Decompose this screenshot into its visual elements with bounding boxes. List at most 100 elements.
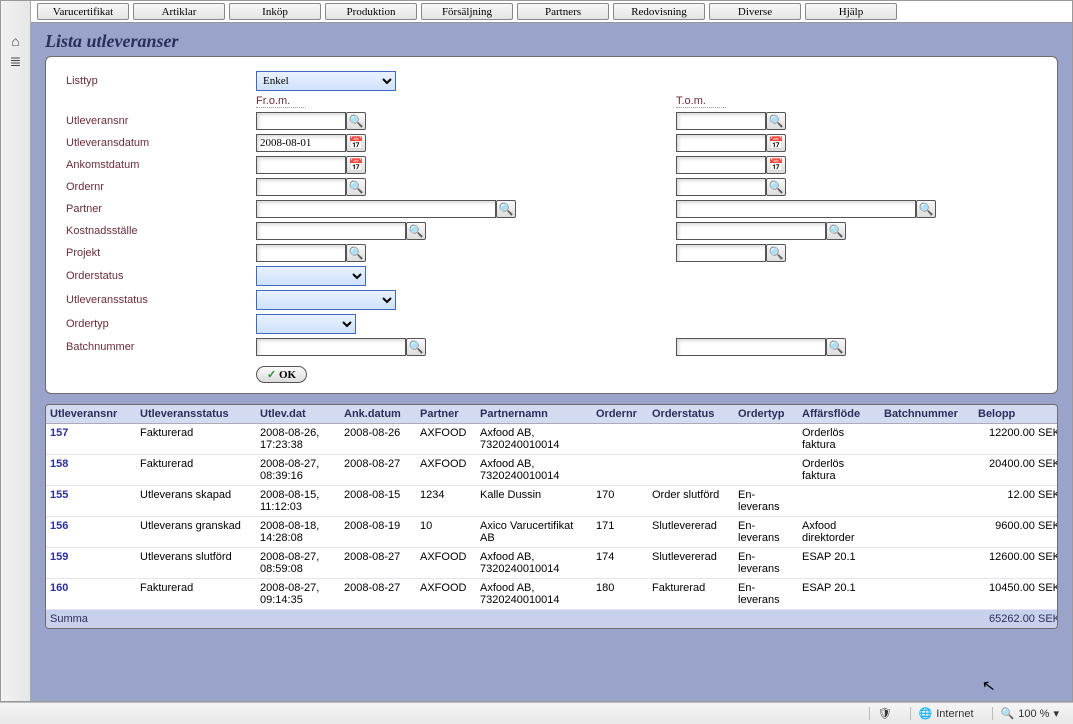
label-ankomstdatum: Ankomstdatum (66, 159, 256, 171)
label-batchnummer: Batchnummer (66, 341, 256, 353)
col-header[interactable]: Ordernr (592, 405, 648, 424)
ordernr-to-lookup-icon[interactable]: 🔍 (766, 178, 786, 196)
cell-partner: AXFOOD (416, 424, 476, 455)
ankomstdatum-from-input[interactable] (256, 156, 346, 174)
utleveransnr-from-lookup-icon[interactable]: 🔍 (346, 112, 366, 130)
projekt-from-lookup-icon[interactable]: 🔍 (346, 244, 366, 262)
cell-utlevdat: 2008-08-27, 08:59:08 (256, 548, 340, 579)
menu-redovisning[interactable]: Redovisning (613, 3, 705, 20)
cell-partner: AXFOOD (416, 548, 476, 579)
utleveransnr-link[interactable]: 159 (46, 548, 136, 579)
cell-flow: Orderlös faktura (798, 424, 880, 455)
cell-ankdat: 2008-08-27 (340, 548, 416, 579)
cell-partner: 10 (416, 517, 476, 548)
cell-orderstatus (648, 424, 734, 455)
zoom-icon[interactable]: 🔍 (1001, 707, 1015, 720)
col-header[interactable]: Belopp (974, 405, 1058, 424)
utleveransnr-link[interactable]: 155 (46, 486, 136, 517)
cell-orderstatus: Order slutförd (648, 486, 734, 517)
cell-orderstatus: Slutlevererad (648, 517, 734, 548)
col-header[interactable]: Utleveransnr (46, 405, 136, 424)
utleveransnr-link[interactable]: 160 (46, 579, 136, 610)
partner-to-lookup-icon[interactable]: 🔍 (916, 200, 936, 218)
ankomstdatum-to-calendar-icon[interactable]: 📅 (766, 156, 786, 174)
table-row: 158Fakturerad2008-08-27, 08:39:162008-08… (46, 455, 1058, 486)
cell-batch (880, 579, 974, 610)
batchnummer-to-input[interactable] (676, 338, 826, 356)
sum-total: 65262.00 SEK (974, 610, 1058, 629)
menu-varucertifikat[interactable]: Varucertifikat (37, 3, 129, 20)
utleveransnr-to-lookup-icon[interactable]: 🔍 (766, 112, 786, 130)
listtyp-select[interactable]: Enkel (256, 71, 396, 91)
col-header[interactable]: Ordertyp (734, 405, 798, 424)
utleveransnr-link[interactable]: 156 (46, 517, 136, 548)
cell-ordernr: 171 (592, 517, 648, 548)
kostnadsstalle-from-input[interactable] (256, 222, 406, 240)
zoom-dropdown-icon[interactable]: ▾ (1053, 707, 1059, 720)
cell-utlevdat: 2008-08-18, 14:28:08 (256, 517, 340, 548)
cell-utlevdat: 2008-08-27, 08:39:16 (256, 455, 340, 486)
ordernr-from-input[interactable] (256, 178, 346, 196)
col-header[interactable]: Orderstatus (648, 405, 734, 424)
cell-belopp: 20400.00 SEK (974, 455, 1058, 486)
projekt-to-input[interactable] (676, 244, 766, 262)
cell-partnernamn: Axfood AB, 7320240010014 (476, 579, 592, 610)
zoom-label: 100 % (1018, 708, 1049, 720)
ordernr-to-input[interactable] (676, 178, 766, 196)
cell-batch (880, 517, 974, 548)
utleveransnr-link[interactable]: 157 (46, 424, 136, 455)
utleveransdatum-from-calendar-icon[interactable]: 📅 (346, 134, 366, 152)
menu-produktion[interactable]: Produktion (325, 3, 417, 20)
home-icon[interactable]: ⌂ (1, 33, 30, 49)
cell-partner: AXFOOD (416, 579, 476, 610)
sum-label: Summa (46, 610, 974, 629)
utleveransnr-link[interactable]: 158 (46, 455, 136, 486)
col-header[interactable]: Ank.datum (340, 405, 416, 424)
col-header[interactable]: Partnernamn (476, 405, 592, 424)
col-header[interactable]: Partner (416, 405, 476, 424)
ordernr-from-lookup-icon[interactable]: 🔍 (346, 178, 366, 196)
partner-from-lookup-icon[interactable]: 🔍 (496, 200, 516, 218)
menu-partners[interactable]: Partners (517, 3, 609, 20)
col-header[interactable]: Batchnummer (880, 405, 974, 424)
col-header[interactable]: Utlev.dat (256, 405, 340, 424)
menu-inköp[interactable]: Inköp (229, 3, 321, 20)
partner-from-input[interactable] (256, 200, 496, 218)
menubar: VarucertifikatArtiklarInköpProduktionFör… (31, 1, 1072, 23)
menu-artiklar[interactable]: Artiklar (133, 3, 225, 20)
cell-batch (880, 486, 974, 517)
batchnummer-to-lookup-icon[interactable]: 🔍 (826, 338, 846, 356)
menu-diverse[interactable]: Diverse (709, 3, 801, 20)
kostnadsstalle-to-input[interactable] (676, 222, 826, 240)
cell-belopp: 12.00 SEK (974, 486, 1058, 517)
kostnadsstalle-from-lookup-icon[interactable]: 🔍 (406, 222, 426, 240)
batchnummer-from-input[interactable] (256, 338, 406, 356)
batchnummer-from-lookup-icon[interactable]: 🔍 (406, 338, 426, 356)
utleveransdatum-to-calendar-icon[interactable]: 📅 (766, 134, 786, 152)
menu-försäljning[interactable]: Försäljning (421, 3, 513, 20)
utleveransnr-from-input[interactable] (256, 112, 346, 130)
col-header[interactable]: Affärsflöde (798, 405, 880, 424)
ankomstdatum-to-input[interactable] (676, 156, 766, 174)
orderstatus-select[interactable] (256, 266, 366, 286)
cell-ankdat: 2008-08-27 (340, 455, 416, 486)
projekt-to-lookup-icon[interactable]: 🔍 (766, 244, 786, 262)
cell-ankdat: 2008-08-26 (340, 424, 416, 455)
cell-belopp: 9600.00 SEK (974, 517, 1058, 548)
ordertyp-select[interactable] (256, 314, 356, 334)
utleveransdatum-from-input[interactable] (256, 134, 346, 152)
kostnadsstalle-to-lookup-icon[interactable]: 🔍 (826, 222, 846, 240)
menu-hjälp[interactable]: Hjälp (805, 3, 897, 20)
statusbar: 🛡 🌐 Internet 🔍 100 % ▾ (0, 702, 1073, 724)
utleveransdatum-to-input[interactable] (676, 134, 766, 152)
utleveransstatus-select[interactable] (256, 290, 396, 310)
utleveransnr-to-input[interactable] (676, 112, 766, 130)
projekt-from-input[interactable] (256, 244, 346, 262)
cell-ankdat: 2008-08-15 (340, 486, 416, 517)
table-row: 156Utleverans granskad2008-08-18, 14:28:… (46, 517, 1058, 548)
partner-to-input[interactable] (676, 200, 916, 218)
col-header[interactable]: Utleveransstatus (136, 405, 256, 424)
menu-bars-icon[interactable]: ≣ (1, 53, 30, 70)
ok-button[interactable]: OK (256, 366, 307, 383)
ankomstdatum-from-calendar-icon[interactable]: 📅 (346, 156, 366, 174)
